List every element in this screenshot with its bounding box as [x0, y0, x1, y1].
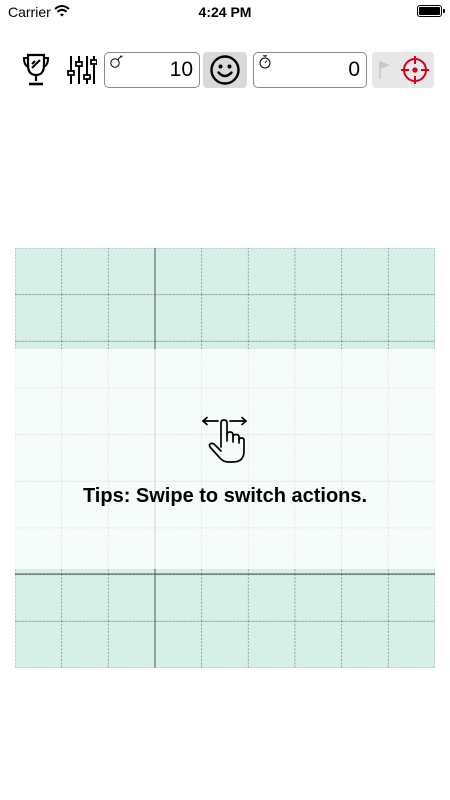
board-cell[interactable] [387, 248, 435, 296]
minefield-board[interactable]: Tips: Swipe to switch actions. [15, 248, 435, 668]
board-cell[interactable] [294, 574, 343, 622]
board-cell[interactable] [15, 574, 63, 622]
board-cell[interactable] [247, 294, 296, 342]
status-time: 4:24 PM [198, 4, 252, 20]
board-cell[interactable] [247, 574, 296, 622]
battery-icon [417, 5, 445, 17]
board-cell[interactable] [154, 248, 203, 296]
board-cell[interactable] [107, 294, 156, 342]
trophy-button[interactable] [14, 48, 58, 92]
board-cell[interactable] [61, 248, 109, 296]
board-cell[interactable] [201, 248, 249, 296]
board-cell[interactable] [247, 248, 296, 296]
mine-count-value: 10 [169, 58, 193, 81]
board-cell[interactable] [154, 620, 203, 668]
board-cell[interactable] [341, 248, 389, 296]
flag-icon [378, 60, 392, 85]
board-cell[interactable] [15, 294, 63, 342]
board-cell[interactable] [15, 248, 63, 296]
tips-overlay: Tips: Swipe to switch actions. [15, 349, 435, 569]
board-cell[interactable] [341, 620, 389, 668]
timer-value: 0 [348, 58, 360, 81]
board-cell[interactable] [154, 574, 203, 622]
board-cell[interactable] [294, 248, 343, 296]
board-cell[interactable] [201, 620, 249, 668]
sliders-icon [67, 56, 97, 84]
action-mode-toggle[interactable] [372, 52, 434, 88]
board-cell[interactable] [61, 574, 109, 622]
trophy-icon [22, 53, 50, 86]
board-cell[interactable] [61, 294, 109, 342]
smiley-face-icon [210, 55, 240, 85]
board-cell[interactable] [294, 294, 343, 342]
board-cell[interactable] [387, 574, 435, 622]
board-cell[interactable] [247, 620, 296, 668]
board-cell[interactable] [107, 248, 156, 296]
board-cell[interactable] [107, 574, 156, 622]
new-game-face-button[interactable] [203, 52, 247, 88]
board-cell[interactable] [387, 294, 435, 342]
board-cell[interactable] [201, 294, 249, 342]
board-cell[interactable] [341, 574, 389, 622]
board-cell[interactable] [107, 620, 156, 668]
board-cell[interactable] [341, 294, 389, 342]
mine-counter: 10 [104, 52, 200, 88]
bomb-icon [109, 55, 123, 74]
timer-counter: 0 [253, 52, 367, 88]
status-bar: Carrier 4:24 PM [0, 0, 450, 24]
crosshair-icon [399, 55, 431, 90]
board-cell[interactable] [387, 620, 435, 668]
board-cell[interactable] [294, 620, 343, 668]
board-cell[interactable] [61, 620, 109, 668]
game-toolbar: 10 0 [0, 48, 450, 92]
board-cell[interactable] [154, 294, 203, 342]
board-cell[interactable] [201, 574, 249, 622]
settings-button[interactable] [60, 48, 104, 92]
board-cell[interactable] [15, 620, 63, 668]
tips-text: Tips: Swipe to switch actions. [82, 485, 368, 507]
stopwatch-icon [258, 55, 272, 74]
